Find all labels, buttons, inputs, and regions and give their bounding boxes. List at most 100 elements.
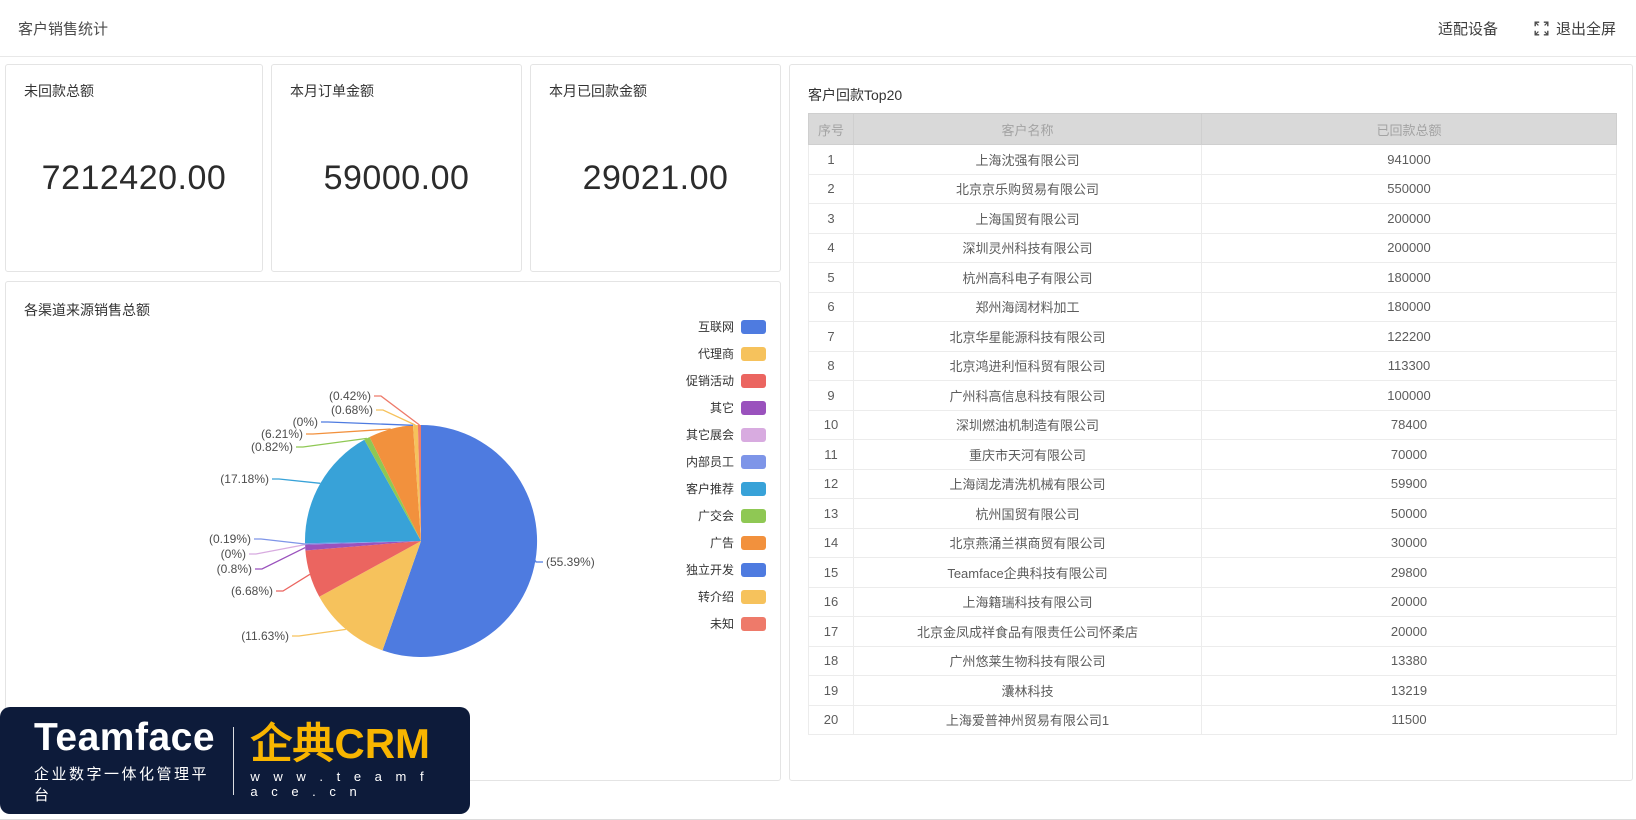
cell-customer-name: 灢林科技 [854, 676, 1202, 706]
pie-label-line [292, 629, 346, 636]
stat-label: 未回款总额 [24, 81, 244, 101]
stat-value: 59000.00 [290, 101, 503, 255]
pie-label-line [306, 429, 391, 434]
legend-item[interactable]: 客户推荐 [686, 480, 766, 497]
stat-value: 29021.00 [549, 101, 762, 255]
legend-item[interactable]: 其它 [686, 399, 766, 416]
table-row: 9广州科高信息科技有限公司100000 [809, 381, 1617, 411]
legend-swatch [741, 428, 766, 442]
cell-received-amount: 550000 [1202, 174, 1617, 204]
exit-fullscreen-button[interactable]: 退出全屏 [1534, 18, 1616, 39]
pie-legend: 互联网代理商促销活动其它其它展会内部员工客户推荐广交会广告独立开发转介绍未知 [686, 318, 766, 632]
cell-received-amount: 13380 [1202, 646, 1617, 676]
legend-swatch [741, 617, 766, 631]
cell-received-amount: 122200 [1202, 322, 1617, 352]
cell-index: 19 [809, 676, 854, 706]
table-card-title: 客户回款Top20 [808, 85, 902, 105]
teamface-logo: Teamface 企业数字一体化管理平台 企典CRM w w w . t e a… [0, 707, 470, 814]
cell-customer-name: 郑州海阔材料加工 [854, 292, 1202, 322]
pie-label-line [535, 561, 543, 563]
cell-received-amount: 180000 [1202, 263, 1617, 293]
table-header-row: 序号 客户名称 已回款总额 [809, 114, 1617, 145]
cell-index: 6 [809, 292, 854, 322]
cell-received-amount: 180000 [1202, 292, 1617, 322]
stat-value: 7212420.00 [24, 101, 244, 255]
table-row: 15Teamface企典科技有限公司29800 [809, 558, 1617, 588]
legend-item[interactable]: 代理商 [686, 345, 766, 362]
cell-received-amount: 941000 [1202, 145, 1617, 175]
cell-customer-name: 上海爱普神州贸易有限公司1 [854, 705, 1202, 735]
cell-index: 5 [809, 263, 854, 293]
legend-item[interactable]: 互联网 [686, 318, 766, 335]
cell-index: 20 [809, 705, 854, 735]
cell-index: 17 [809, 617, 854, 647]
top20-table: 序号 客户名称 已回款总额 1上海沈强有限公司9410002北京京乐购贸易有限公… [808, 113, 1616, 735]
cell-received-amount: 29800 [1202, 558, 1617, 588]
legend-label: 促销活动 [686, 372, 734, 389]
pie-label: (11.63%) [241, 629, 289, 643]
cell-index: 16 [809, 587, 854, 617]
cell-index: 7 [809, 322, 854, 352]
cell-customer-name: 北京华星能源科技有限公司 [854, 322, 1202, 352]
legend-item[interactable]: 广交会 [686, 507, 766, 524]
pie-label: (0.19%) [209, 532, 251, 546]
pie-label: (0.8%) [217, 562, 252, 576]
pie-label: (0.82%) [251, 440, 293, 454]
top20-table-body: 1上海沈强有限公司9410002北京京乐购贸易有限公司5500003上海国贸有限… [809, 145, 1617, 735]
legend-swatch [741, 347, 766, 361]
cell-received-amount: 100000 [1202, 381, 1617, 411]
fit-device-button[interactable]: 适配设备 [1438, 18, 1498, 39]
table-row: 18广州悠莱生物科技有限公司13380 [809, 646, 1617, 676]
table-row: 1上海沈强有限公司941000 [809, 145, 1617, 175]
cell-received-amount: 11500 [1202, 705, 1617, 735]
cell-index: 4 [809, 233, 854, 263]
pie-label: (55.39%) [546, 555, 595, 569]
legend-label: 其它 [710, 399, 734, 416]
legend-item[interactable]: 广告 [686, 534, 766, 551]
table-row: 2北京京乐购贸易有限公司550000 [809, 174, 1617, 204]
legend-item[interactable]: 促销活动 [686, 372, 766, 389]
legend-swatch [741, 509, 766, 523]
table-row: 14北京燕涌兰祺商贸有限公司30000 [809, 528, 1617, 558]
cell-received-amount: 50000 [1202, 499, 1617, 529]
cell-index: 11 [809, 440, 854, 470]
legend-item[interactable]: 转介绍 [686, 588, 766, 605]
legend-swatch [741, 536, 766, 550]
stat-card-month-received: 本月已回款金额 29021.00 [530, 64, 781, 272]
cell-received-amount: 30000 [1202, 528, 1617, 558]
table-row: 16上海籍瑞科技有限公司20000 [809, 587, 1617, 617]
top20-table-card: 客户回款Top20 序号 客户名称 已回款总额 1上海沈强有限公司9410002… [789, 64, 1633, 781]
column-header-customer-name: 客户名称 [854, 114, 1202, 145]
stat-label: 本月已回款金额 [549, 81, 762, 101]
stat-card-unpaid-total: 未回款总额 7212420.00 [5, 64, 263, 272]
table-row: 13杭州国贸有限公司50000 [809, 499, 1617, 529]
cell-received-amount: 20000 [1202, 617, 1617, 647]
table-row: 6郑州海阔材料加工180000 [809, 292, 1617, 322]
table-row: 7北京华星能源科技有限公司122200 [809, 322, 1617, 352]
cell-index: 10 [809, 410, 854, 440]
dashboard: 客户销售统计 适配设备 退出全屏 未回款总额 7212420.00 本月订单金额… [0, 0, 1636, 820]
table-row: 17北京金凤成祥食品有限责任公司怀柔店20000 [809, 617, 1617, 647]
cell-index: 1 [809, 145, 854, 175]
pie-label: (0.68%) [331, 403, 373, 417]
legend-item[interactable]: 内部员工 [686, 453, 766, 470]
cell-received-amount: 70000 [1202, 440, 1617, 470]
legend-item[interactable]: 独立开发 [686, 561, 766, 578]
table-row: 3上海国贸有限公司200000 [809, 204, 1617, 234]
pie-label-line [276, 574, 310, 591]
logo-subtitle: 企业数字一体化管理平台 [34, 763, 215, 805]
header-actions: 适配设备 退出全屏 [1438, 18, 1616, 39]
legend-label: 内部员工 [686, 453, 734, 470]
legend-label: 互联网 [698, 318, 734, 335]
fit-device-label: 适配设备 [1438, 18, 1498, 39]
cell-customer-name: 广州科高信息科技有限公司 [854, 381, 1202, 411]
cell-customer-name: 深圳燃油机制造有限公司 [854, 410, 1202, 440]
cell-index: 2 [809, 174, 854, 204]
legend-item[interactable]: 其它展会 [686, 426, 766, 443]
legend-label: 客户推荐 [686, 480, 734, 497]
channel-sales-pie-card: 各渠道来源销售总额 (55.39%)(11.63%)(6.68%)(0.8%)(… [5, 281, 781, 781]
legend-item[interactable]: 未知 [686, 615, 766, 632]
stat-label: 本月订单金额 [290, 81, 503, 101]
cell-customer-name: 杭州高科电子有限公司 [854, 263, 1202, 293]
pie-label-line [254, 539, 305, 544]
